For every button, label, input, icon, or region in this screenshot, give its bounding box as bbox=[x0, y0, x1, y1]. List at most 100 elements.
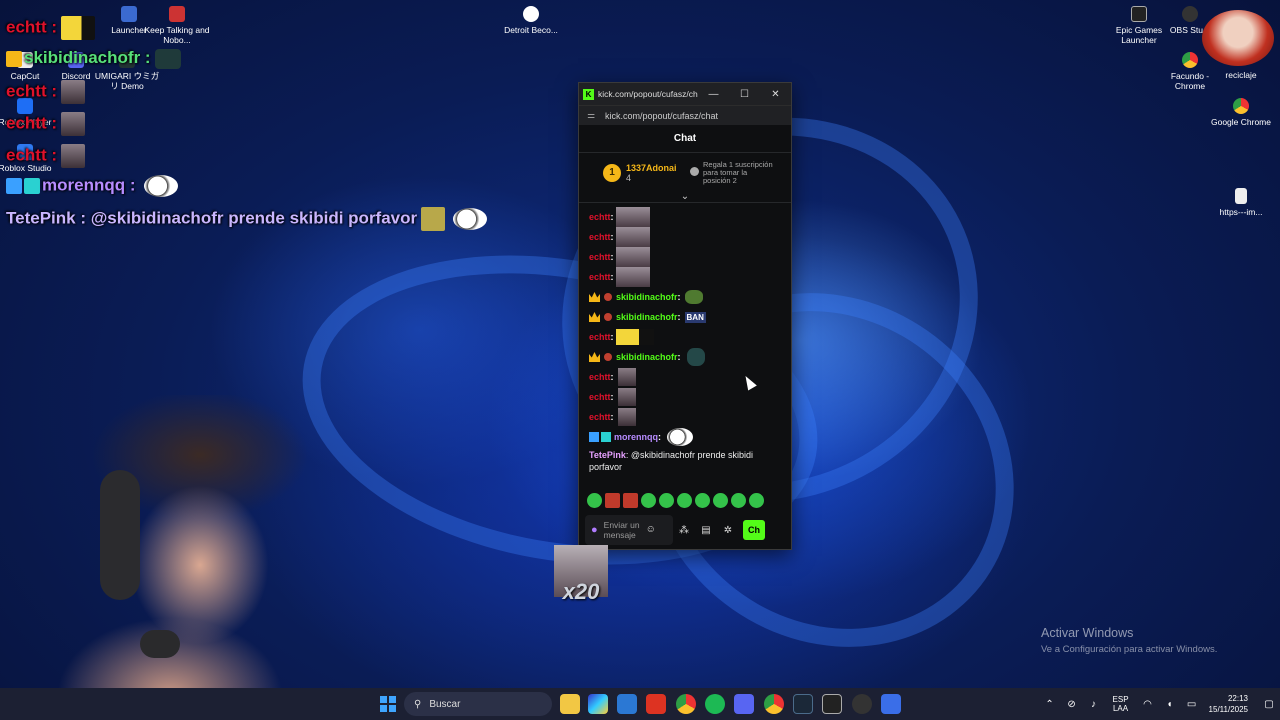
kick-logo-icon: K bbox=[583, 88, 594, 100]
url-text: kick.com/popout/cufasz/chat bbox=[605, 110, 719, 121]
store-icon[interactable] bbox=[617, 694, 637, 714]
collapse-chevron-icon[interactable]: ⌄ bbox=[579, 192, 791, 203]
face-emote bbox=[617, 408, 636, 426]
desktop-icon-google-chrome[interactable]: Google Chrome bbox=[1206, 98, 1276, 127]
chat-message: echtt: bbox=[589, 387, 791, 407]
wps-icon[interactable] bbox=[646, 694, 666, 714]
emote-button[interactable] bbox=[713, 493, 728, 508]
taskbar: ⚲ Buscar ⌃ ⊘ ♪ ESP LAA ◠ ◖ ▭ 22:13 15/11/2… bbox=[0, 688, 1280, 720]
emote-button[interactable] bbox=[749, 493, 764, 508]
cow-emote bbox=[667, 428, 693, 446]
chat-message: skibidinachofr: bbox=[589, 347, 791, 367]
game-icon bbox=[169, 6, 185, 22]
minimize-button[interactable]: — bbox=[698, 89, 729, 100]
alert-multiplier: x20 bbox=[562, 579, 600, 604]
cow-emote bbox=[453, 208, 488, 230]
desktop-icon-detroit[interactable]: Detroit Beco... bbox=[496, 6, 566, 35]
window-titlebar[interactable]: K kick.com/popout/cufasz/ch... — ☐ ✕ bbox=[579, 83, 791, 105]
language-indicator[interactable]: ESP LAA bbox=[1113, 695, 1129, 713]
notifications-icon[interactable]: ▢ bbox=[1258, 699, 1280, 710]
activation-watermark: Activar Windows Ve a Configuración para … bbox=[1041, 626, 1218, 655]
microphone-icon[interactable]: ♪ bbox=[1083, 699, 1105, 710]
close-button[interactable]: ✕ bbox=[760, 89, 791, 100]
chat-popout-window[interactable]: K kick.com/popout/cufasz/ch... — ☐ ✕ ⚌ k… bbox=[578, 82, 792, 550]
address-bar[interactable]: ⚌ kick.com/popout/cufasz/chat bbox=[579, 105, 791, 125]
microphone-icon bbox=[140, 630, 180, 658]
emote-button[interactable] bbox=[587, 493, 602, 508]
emote-button[interactable] bbox=[623, 493, 638, 508]
network-off-icon[interactable]: ⊘ bbox=[1061, 699, 1083, 710]
wifi-icon[interactable]: ◠ bbox=[1137, 699, 1159, 710]
obs-icon bbox=[1182, 6, 1198, 22]
chat-message: echtt: bbox=[589, 267, 791, 287]
send-button[interactable]: Ch bbox=[743, 520, 765, 540]
volume-icon[interactable]: ◖ bbox=[1159, 699, 1181, 710]
gift-prompt[interactable]: Regala 1 suscripción para tomar la posic… bbox=[690, 161, 773, 185]
streamer-avatar bbox=[1202, 10, 1274, 66]
settings-icon[interactable]: ✲ bbox=[717, 525, 739, 536]
emote-button[interactable] bbox=[677, 493, 692, 508]
microphone-icon[interactable]: ● bbox=[591, 525, 598, 536]
overlay-chat-line: morennqq : bbox=[6, 175, 178, 197]
chrome-icon[interactable] bbox=[676, 694, 696, 714]
sub-badge-icon bbox=[601, 432, 611, 442]
face-emote bbox=[615, 267, 650, 287]
face-emote bbox=[615, 207, 650, 227]
share-icon[interactable]: ⁂ bbox=[673, 525, 695, 536]
face-emote bbox=[617, 388, 636, 406]
emoji-icon[interactable]: ☺ bbox=[646, 525, 656, 535]
rank-medal-icon: 1 bbox=[603, 164, 621, 182]
desktop-icon-recycle[interactable]: reciclaje bbox=[1206, 70, 1276, 80]
emote-button[interactable] bbox=[659, 493, 674, 508]
overlay-chat-line: echtt : bbox=[6, 144, 86, 168]
emote-button[interactable] bbox=[605, 493, 620, 508]
maximize-button[interactable]: ☐ bbox=[729, 89, 760, 100]
crown-icon bbox=[589, 352, 600, 362]
epic-icon[interactable] bbox=[822, 694, 842, 714]
chat-message: skibidinachofr: bbox=[589, 287, 791, 307]
site-settings-icon[interactable]: ⚌ bbox=[587, 110, 597, 121]
face-emote bbox=[421, 207, 446, 231]
emote-button[interactable] bbox=[641, 493, 656, 508]
overlay-chat-line: echtt : bbox=[6, 16, 96, 40]
desktop-icon-file[interactable]: https---im... bbox=[1206, 188, 1276, 217]
leaderboard-user: 1337Adonai bbox=[626, 163, 677, 173]
gift-icon bbox=[690, 167, 699, 176]
chat-message: echtt: bbox=[589, 207, 791, 227]
discord-icon[interactable] bbox=[734, 694, 754, 714]
chat-input[interactable]: ● Enviar un mensaje ☺ bbox=[585, 515, 673, 545]
store-icon[interactable]: ▤ bbox=[695, 525, 717, 536]
detroit-icon bbox=[523, 6, 539, 22]
quick-emote-bar[interactable] bbox=[587, 493, 764, 508]
copilot-icon[interactable] bbox=[588, 694, 608, 714]
chat-message-list[interactable]: echtt: echtt: echtt: echtt: skibidinacho… bbox=[579, 203, 791, 493]
window-title: kick.com/popout/cufasz/ch... bbox=[598, 89, 698, 99]
badge-icon bbox=[604, 313, 612, 321]
spotify-icon[interactable] bbox=[705, 694, 725, 714]
battery-icon[interactable]: ▭ bbox=[1181, 699, 1203, 710]
emote-button[interactable] bbox=[695, 493, 710, 508]
steam-icon[interactable] bbox=[793, 694, 813, 714]
obs-icon[interactable] bbox=[852, 694, 872, 714]
chevron-up-icon[interactable]: ⌃ bbox=[1039, 699, 1061, 710]
overlay-chat-line: echtt : bbox=[6, 80, 86, 104]
taskbar-search[interactable]: ⚲ Buscar bbox=[404, 692, 552, 716]
desktop-icon-keep-talking[interactable]: Keep Talking and Nobo... bbox=[142, 6, 212, 45]
frog-emote bbox=[686, 348, 705, 366]
leaderboard-count: 4 bbox=[626, 173, 632, 183]
badge-icon bbox=[604, 293, 612, 301]
clock[interactable]: 22:13 15/11/2025 bbox=[1209, 693, 1248, 715]
chat-message: echtt: bbox=[589, 227, 791, 247]
epic-icon bbox=[1131, 6, 1147, 22]
emote-button[interactable] bbox=[731, 493, 746, 508]
chat-message: TetePink: @skibidinachofr prende skibidi… bbox=[589, 450, 754, 472]
start-button-windows-icon[interactable] bbox=[380, 696, 396, 712]
search-icon: ⚲ bbox=[414, 698, 422, 710]
file-explorer-icon[interactable] bbox=[560, 694, 580, 714]
chrome-icon[interactable] bbox=[764, 694, 784, 714]
app-icon[interactable] bbox=[881, 694, 901, 714]
crown-icon bbox=[589, 292, 600, 302]
car-emote bbox=[61, 16, 96, 40]
kick-badge bbox=[6, 178, 22, 194]
chat-composer: ● Enviar un mensaje ☺ ⁂ ▤ ✲ Ch bbox=[585, 515, 791, 545]
